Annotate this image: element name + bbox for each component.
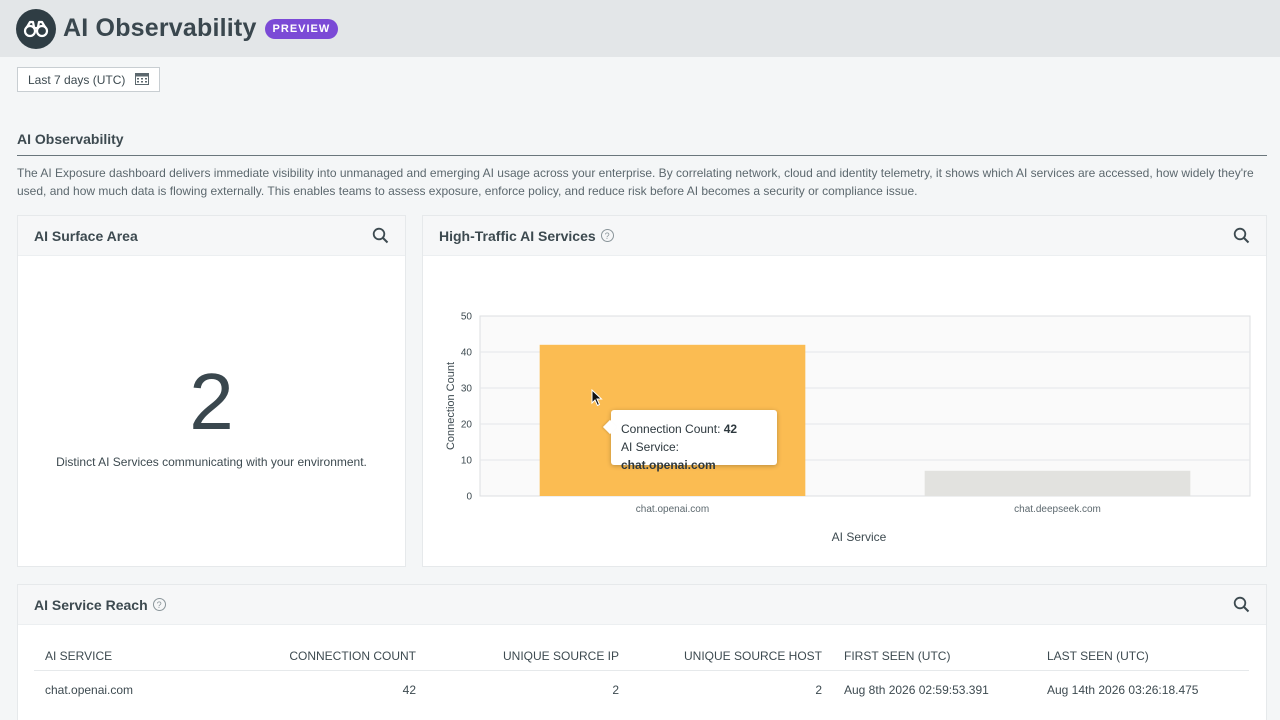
cell-last-seen: Aug 14th 2026 03:26:18.475 [1047, 683, 1199, 698]
table-row[interactable]: chat.openai.com 42 2 2 Aug 8th 2026 02:5… [34, 670, 1249, 710]
cell-service: chat.openai.com [45, 683, 134, 698]
section-title: AI Observability [17, 131, 124, 147]
traffic-bar-chart: 0 10 20 30 40 50 chat.openai.com chat.deepseek.… [445, 312, 1251, 544]
app-header: AI Observability PREVIEW [0, 0, 1280, 57]
tooltip-service-label: AI Service: [621, 440, 680, 454]
tooltip-service-value: chat.openai.com [621, 458, 716, 472]
surface-area-value: 2 [189, 357, 234, 446]
reach-title: AI Service Reach [34, 596, 148, 613]
section-description: The AI Exposure dashboard delivers immed… [17, 166, 1254, 198]
column-header[interactable]: UNIQUE SOURCE IP [427, 643, 630, 671]
y-tick-label: 30 [461, 384, 473, 395]
cell-unique-host: 2 [815, 683, 822, 698]
reach-table: AI SERVICE CONNECTION COUNT UNIQUE SOURC… [34, 643, 1249, 710]
help-icon[interactable]: ? [600, 229, 614, 242]
binoculars-icon [16, 8, 56, 49]
cell-connection-count: 42 [402, 683, 416, 698]
y-tick-label: 50 [461, 312, 473, 323]
column-header[interactable]: UNIQUE SOURCE HOST [630, 643, 833, 671]
search-icon[interactable] [1233, 596, 1250, 613]
y-tick-label: 40 [461, 348, 473, 359]
panel-title: AI Surface Area [34, 227, 138, 244]
surface-area-panel: AI Surface Area 2 Distinct AI Services c… [17, 215, 406, 567]
column-header[interactable]: CONNECTION COUNT [264, 643, 427, 671]
x-axis-label: AI Service [832, 530, 887, 544]
table-header-row: AI SERVICE CONNECTION COUNT UNIQUE SOURC… [34, 643, 1249, 671]
traffic-title: High-Traffic AI Services [439, 227, 596, 244]
y-tick-label: 10 [461, 456, 473, 467]
section-divider [17, 155, 1267, 156]
y-tick-label: 0 [466, 492, 472, 503]
panel-title: High-Traffic AI Services ? [439, 228, 614, 244]
tooltip-count-label: Connection Count: [621, 422, 724, 436]
date-range-label: Last 7 days (UTC) [28, 72, 126, 87]
help-icon[interactable]: ? [152, 598, 166, 611]
date-range-picker[interactable]: Last 7 days (UTC) [17, 67, 160, 92]
tooltip-count-value: 42 [723, 422, 738, 436]
y-axis-label: Connection Count [445, 362, 457, 450]
mouse-cursor-icon [591, 388, 603, 412]
preview-badge: PREVIEW [264, 18, 339, 39]
panel-title: AI Service Reach ? [34, 597, 166, 613]
search-icon[interactable] [1233, 227, 1250, 244]
app-title: AI Observability [63, 14, 257, 42]
column-header[interactable]: AI SERVICE [34, 643, 264, 671]
y-tick-label: 20 [461, 420, 473, 431]
column-header[interactable]: FIRST SEEN (UTC) [833, 643, 1036, 671]
cell-first-seen: Aug 8th 2026 02:59:53.391 [844, 683, 989, 698]
chart-tooltip: Connection Count: 42 AI Service: chat.op… [611, 410, 777, 472]
x-tick-label: chat.deepseek.com [1014, 504, 1101, 515]
surface-area-caption: Distinct AI Services communicating with … [56, 455, 367, 469]
x-tick-label: chat.openai.com [636, 504, 709, 515]
cell-unique-ip: 2 [612, 683, 619, 698]
bar-chat-deepseek-com[interactable] [924, 470, 1191, 496]
search-icon[interactable] [372, 227, 389, 244]
column-header[interactable]: LAST SEEN (UTC) [1036, 643, 1249, 671]
calendar-icon [135, 72, 149, 88]
